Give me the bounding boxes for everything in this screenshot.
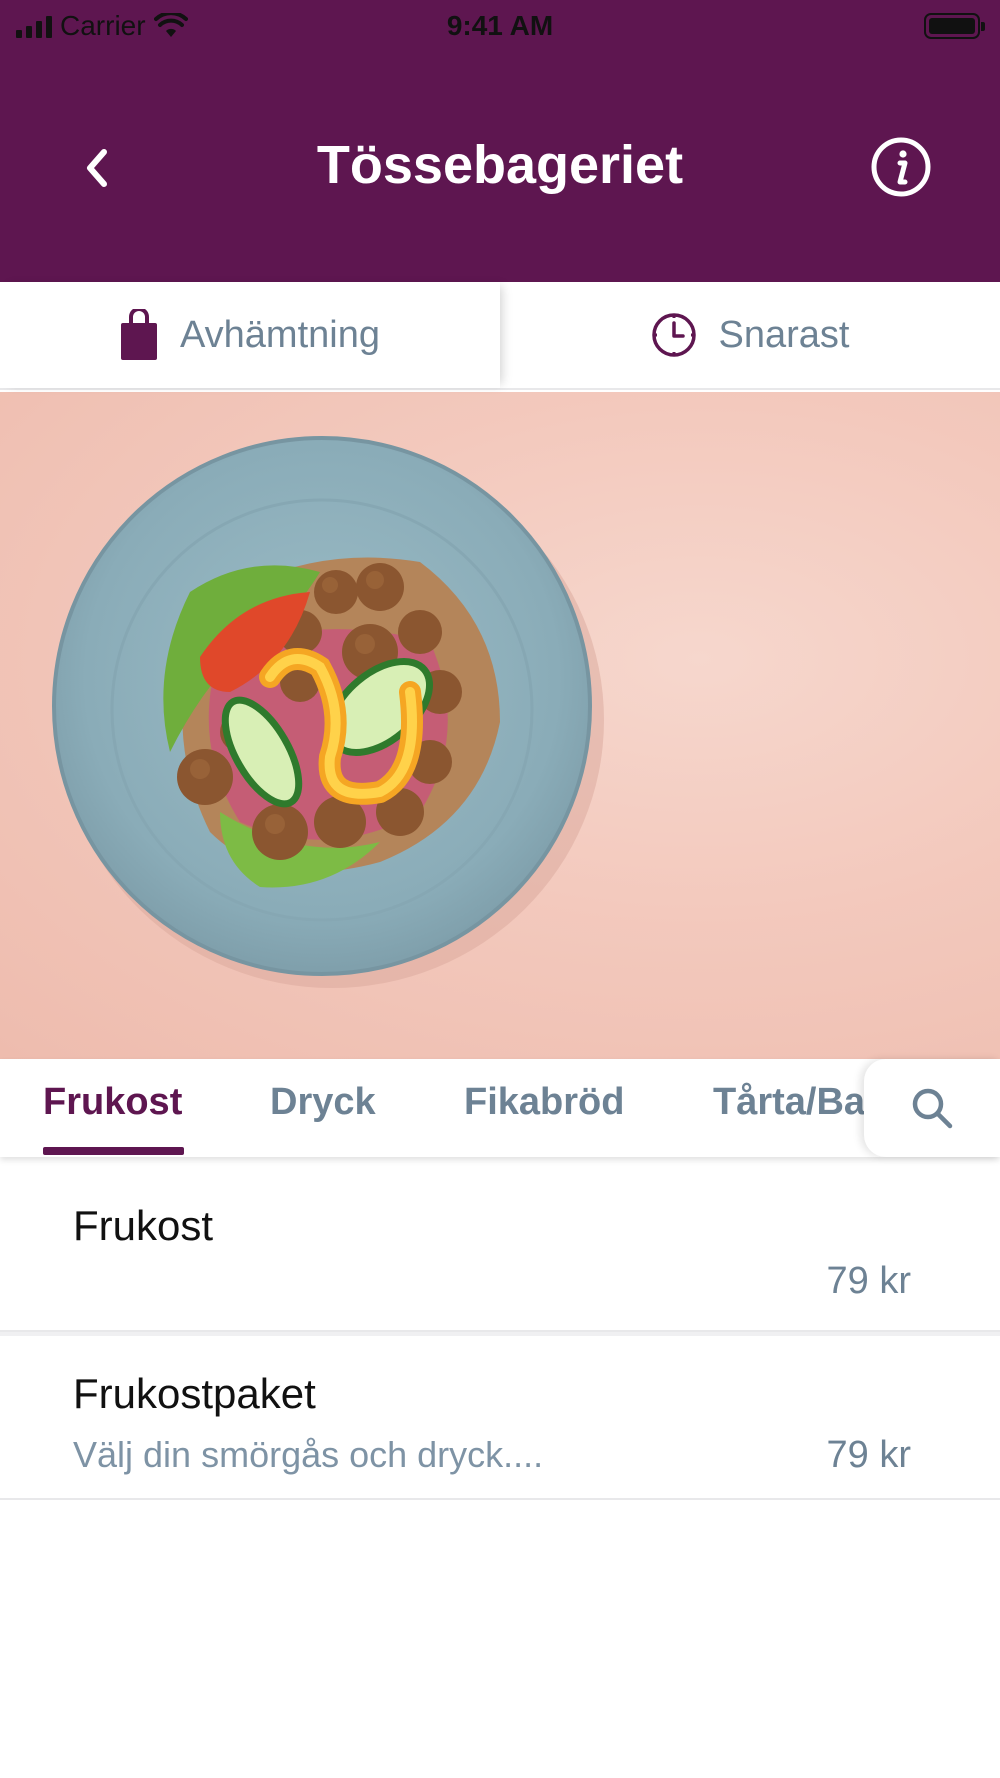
menu-list: Frukost 79 kr Frukostpaket Välj din smör… bbox=[0, 1168, 1000, 1500]
hero-image bbox=[0, 392, 1000, 1059]
page-title: Tössebageriet bbox=[316, 135, 684, 195]
search-icon bbox=[912, 1088, 953, 1129]
time-option[interactable]: Snarast bbox=[500, 282, 1000, 388]
tab-tarta[interactable]: Tårta/Bakelse bbox=[713, 1081, 868, 1124]
info-button[interactable] bbox=[870, 136, 932, 198]
menu-item-price: 79 kr bbox=[826, 1260, 911, 1302]
tab-dryck[interactable]: Dryck bbox=[270, 1081, 376, 1124]
menu-item[interactable]: Frukostpaket Välj din smörgås och dryck.… bbox=[0, 1332, 1000, 1500]
pickup-option[interactable]: Avhämtning bbox=[0, 282, 500, 388]
time-label: Snarast bbox=[718, 313, 850, 356]
status-time: 9:41 AM bbox=[446, 10, 554, 41]
active-tab-indicator bbox=[43, 1147, 184, 1155]
app-header: Carrier 9:41 AM Tössebageriet bbox=[0, 0, 1000, 282]
info-icon bbox=[871, 137, 931, 197]
status-bar: Carrier 9:41 AM bbox=[0, 0, 1000, 52]
clock-icon bbox=[651, 313, 696, 357]
pickup-label: Avhämtning bbox=[180, 313, 380, 356]
search-button[interactable] bbox=[864, 1059, 1000, 1157]
menu-item-name: Frukostpaket bbox=[73, 1370, 316, 1417]
shopping-bag-icon bbox=[121, 309, 157, 360]
tabs-scroller[interactable]: Frukost Dryck Fikabröd Tårta/Bakelse bbox=[0, 1059, 868, 1157]
menu-item[interactable]: Frukost 79 kr bbox=[0, 1168, 1000, 1332]
order-mode-bar: Avhämtning Snarast bbox=[0, 282, 1000, 390]
category-tabs: Frukost Dryck Fikabröd Tårta/Bakelse bbox=[0, 1059, 1000, 1157]
menu-item-name: Frukost bbox=[73, 1202, 214, 1249]
battery-icon bbox=[924, 13, 985, 39]
plate-meatball-sandwich-photo bbox=[52, 436, 604, 988]
tab-fikabrod[interactable]: Fikabröd bbox=[464, 1081, 624, 1124]
tab-frukost[interactable]: Frukost bbox=[43, 1081, 182, 1124]
menu-item-price: 79 kr bbox=[826, 1434, 911, 1476]
menu-item-description: Välj din smörgås och dryck.... bbox=[73, 1434, 544, 1475]
